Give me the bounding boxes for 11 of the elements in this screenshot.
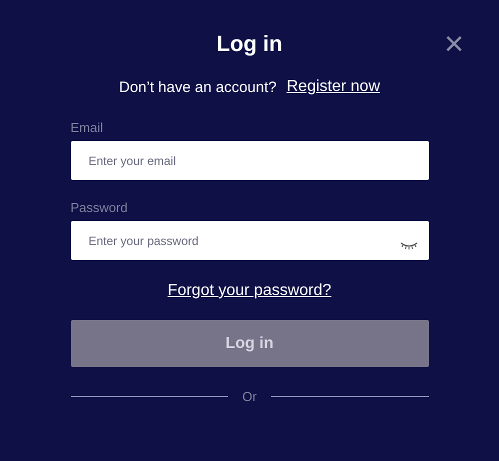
- password-field[interactable]: Enter your password: [70, 221, 428, 260]
- register-prompt: Don’t have an account?: [119, 78, 277, 96]
- register-link[interactable]: Register now: [286, 78, 380, 96]
- forgot-password-link[interactable]: Forgot your password?: [168, 282, 332, 300]
- close-button[interactable]: ×: [442, 32, 466, 56]
- email-field[interactable]: Enter your email: [70, 141, 428, 180]
- divider-label: Or: [242, 389, 257, 404]
- field-label: Email: [70, 120, 104, 136]
- field-label: Password: [70, 200, 128, 216]
- closed-eye-icon[interactable]: [400, 241, 418, 251]
- dialog-title: Log in: [216, 30, 282, 58]
